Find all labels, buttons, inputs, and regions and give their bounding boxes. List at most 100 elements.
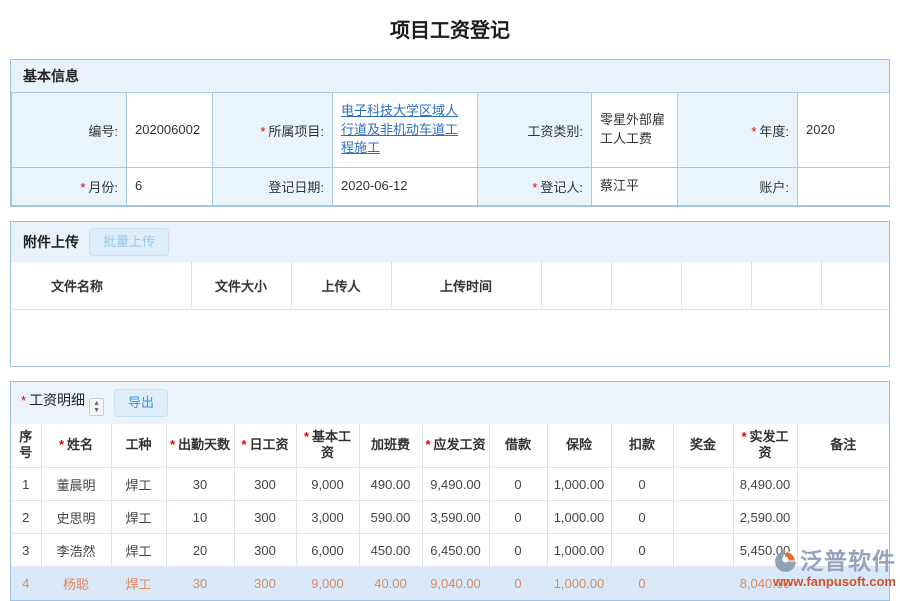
attachments-table: 文件名称 文件大小 上传人 上传时间 <box>11 262 889 311</box>
field-value-registrant: 蔡江平 <box>592 168 678 206</box>
wage-row-selected[interactable]: 4 杨聪 焊工 30 300 9,000 40.00 9,040.00 0 1,… <box>11 567 889 600</box>
wage-cell: 300 <box>234 567 296 600</box>
field-value-number: 202006002 <box>127 93 213 168</box>
wage-cell: 40.00 <box>359 567 422 600</box>
wage-cell: 焊工 <box>111 468 166 501</box>
wage-cell: 1,000.00 <box>547 468 611 501</box>
wage-cell: 450.00 <box>359 534 422 567</box>
wage-col-index: 序号 <box>11 424 41 468</box>
project-link[interactable]: 电子科技大学区域人行道及非机动车道工程施工 <box>341 103 458 156</box>
basic-info-title: 基本信息 <box>23 66 79 86</box>
att-col-empty <box>681 262 751 310</box>
att-col-empty <box>751 262 821 310</box>
wage-col-overtime: 加班费 <box>359 424 422 468</box>
basic-info-table: 编号: 202006002 *所属项目: 电子科技大学区域人行道及非机动车道工程… <box>11 92 890 206</box>
wage-col-gross-pay: *应发工资 <box>422 424 489 468</box>
wage-cell: 杨聪 <box>41 567 111 600</box>
field-value-account <box>798 168 890 206</box>
wage-col-loan: 借款 <box>489 424 547 468</box>
wage-cell: 0 <box>611 567 673 600</box>
wage-cell: 1,000.00 <box>547 534 611 567</box>
wage-cell: 0 <box>611 501 673 534</box>
wage-cell: 0 <box>489 567 547 600</box>
wage-cell: 焊工 <box>111 501 166 534</box>
wage-cell: 490.00 <box>359 468 422 501</box>
wage-cell: 9,000 <box>296 468 359 501</box>
required-asterisk: * <box>260 124 265 139</box>
basic-info-section: 基本信息 编号: 202006002 *所属项目: 电子科技大学区域人行道及非机… <box>10 59 890 207</box>
wage-cell: 3,000 <box>296 501 359 534</box>
wage-cell <box>673 468 733 501</box>
field-value-month: 6 <box>127 168 213 206</box>
field-value-register-date: 2020-06-12 <box>333 168 478 206</box>
required-asterisk: * <box>170 437 175 452</box>
wage-cell: 8,490.00 <box>733 468 797 501</box>
wage-cell <box>797 468 889 501</box>
field-label-project: *所属项目: <box>213 93 333 168</box>
wage-col-daily-wage: *日工资 <box>234 424 296 468</box>
wage-cell: 20 <box>166 534 234 567</box>
required-asterisk: * <box>751 124 756 139</box>
wage-cell: 2,590.00 <box>733 501 797 534</box>
wage-cell: 590.00 <box>359 501 422 534</box>
field-label-year: *年度: <box>678 93 798 168</box>
field-label-wage-type: 工资类别: <box>478 93 592 168</box>
wage-cell: 0 <box>611 468 673 501</box>
field-value-year: 2020 <box>798 93 890 168</box>
export-button[interactable]: 导出 <box>114 389 168 417</box>
wage-cell: 董晨明 <box>41 468 111 501</box>
field-label-registrant: *登记人: <box>478 168 592 206</box>
wage-cell: 30 <box>166 468 234 501</box>
field-label-register-date: 登记日期: <box>213 168 333 206</box>
required-asterisk: * <box>21 393 26 408</box>
wage-details-section: *工资明细▲▼ 导出 序号 *姓名 工种 *出勤天数 *日工资 *基本工资 加班… <box>10 381 890 601</box>
wage-cell: 0 <box>489 501 547 534</box>
wage-cell <box>797 534 889 567</box>
wage-cell: 1,000.00 <box>547 501 611 534</box>
wage-cell: 0 <box>611 534 673 567</box>
basic-info-header: 基本信息 <box>11 60 889 92</box>
att-col-filesize: 文件大小 <box>191 262 291 310</box>
wage-col-deduction: 扣款 <box>611 424 673 468</box>
wage-cell: 焊工 <box>111 567 166 600</box>
attachments-title: 附件上传 <box>23 232 79 252</box>
wage-cell: 李浩然 <box>41 534 111 567</box>
wage-cell: 史思明 <box>41 501 111 534</box>
wage-col-bonus: 奖金 <box>673 424 733 468</box>
wage-header-row: 序号 *姓名 工种 *出勤天数 *日工资 *基本工资 加班费 *应发工资 借款 … <box>11 424 889 468</box>
sort-icon[interactable]: ▲▼ <box>89 398 104 417</box>
wage-cell: 1,000.00 <box>547 567 611 600</box>
wage-cell <box>797 567 889 600</box>
wage-cell: 4 <box>11 567 41 600</box>
wage-cell: 焊工 <box>111 534 166 567</box>
wage-cell: 3,590.00 <box>422 501 489 534</box>
wage-row[interactable]: 1 董晨明 焊工 30 300 9,000 490.00 9,490.00 0 … <box>11 468 889 501</box>
field-label-account: 账户: <box>678 168 798 206</box>
att-col-empty <box>821 262 889 310</box>
wage-row[interactable]: 2 史思明 焊工 10 300 3,000 590.00 3,590.00 0 … <box>11 501 889 534</box>
att-col-filename: 文件名称 <box>11 262 191 310</box>
wage-cell: 30 <box>166 567 234 600</box>
required-asterisk: * <box>532 180 537 195</box>
wage-cell: 300 <box>234 468 296 501</box>
required-asterisk: * <box>80 180 85 195</box>
wage-cell: 300 <box>234 501 296 534</box>
page-title: 项目工资登记 <box>0 0 900 59</box>
wage-cell: 1 <box>11 468 41 501</box>
wage-col-base-wage: *基本工资 <box>296 424 359 468</box>
field-label-number: 编号: <box>12 93 127 168</box>
wage-cell: 0 <box>489 534 547 567</box>
batch-upload-button[interactable]: 批量上传 <box>89 228 169 256</box>
required-asterisk: * <box>425 437 430 452</box>
wage-col-attendance: *出勤天数 <box>166 424 234 468</box>
field-value-wage-type: 零星外部雇工人工费 <box>592 93 678 168</box>
wage-row[interactable]: 3 李浩然 焊工 20 300 6,000 450.00 6,450.00 0 … <box>11 534 889 567</box>
wage-details-title: *工资明细▲▼ <box>21 390 104 417</box>
wage-cell <box>673 567 733 600</box>
attachments-section: 附件上传 批量上传 文件名称 文件大小 上传人 上传时间 <box>10 221 890 367</box>
wage-table: 序号 *姓名 工种 *出勤天数 *日工资 *基本工资 加班费 *应发工资 借款 … <box>11 424 889 601</box>
wage-cell <box>797 501 889 534</box>
att-col-uploadtime: 上传时间 <box>391 262 541 310</box>
wage-cell <box>673 534 733 567</box>
wage-cell: 6,000 <box>296 534 359 567</box>
